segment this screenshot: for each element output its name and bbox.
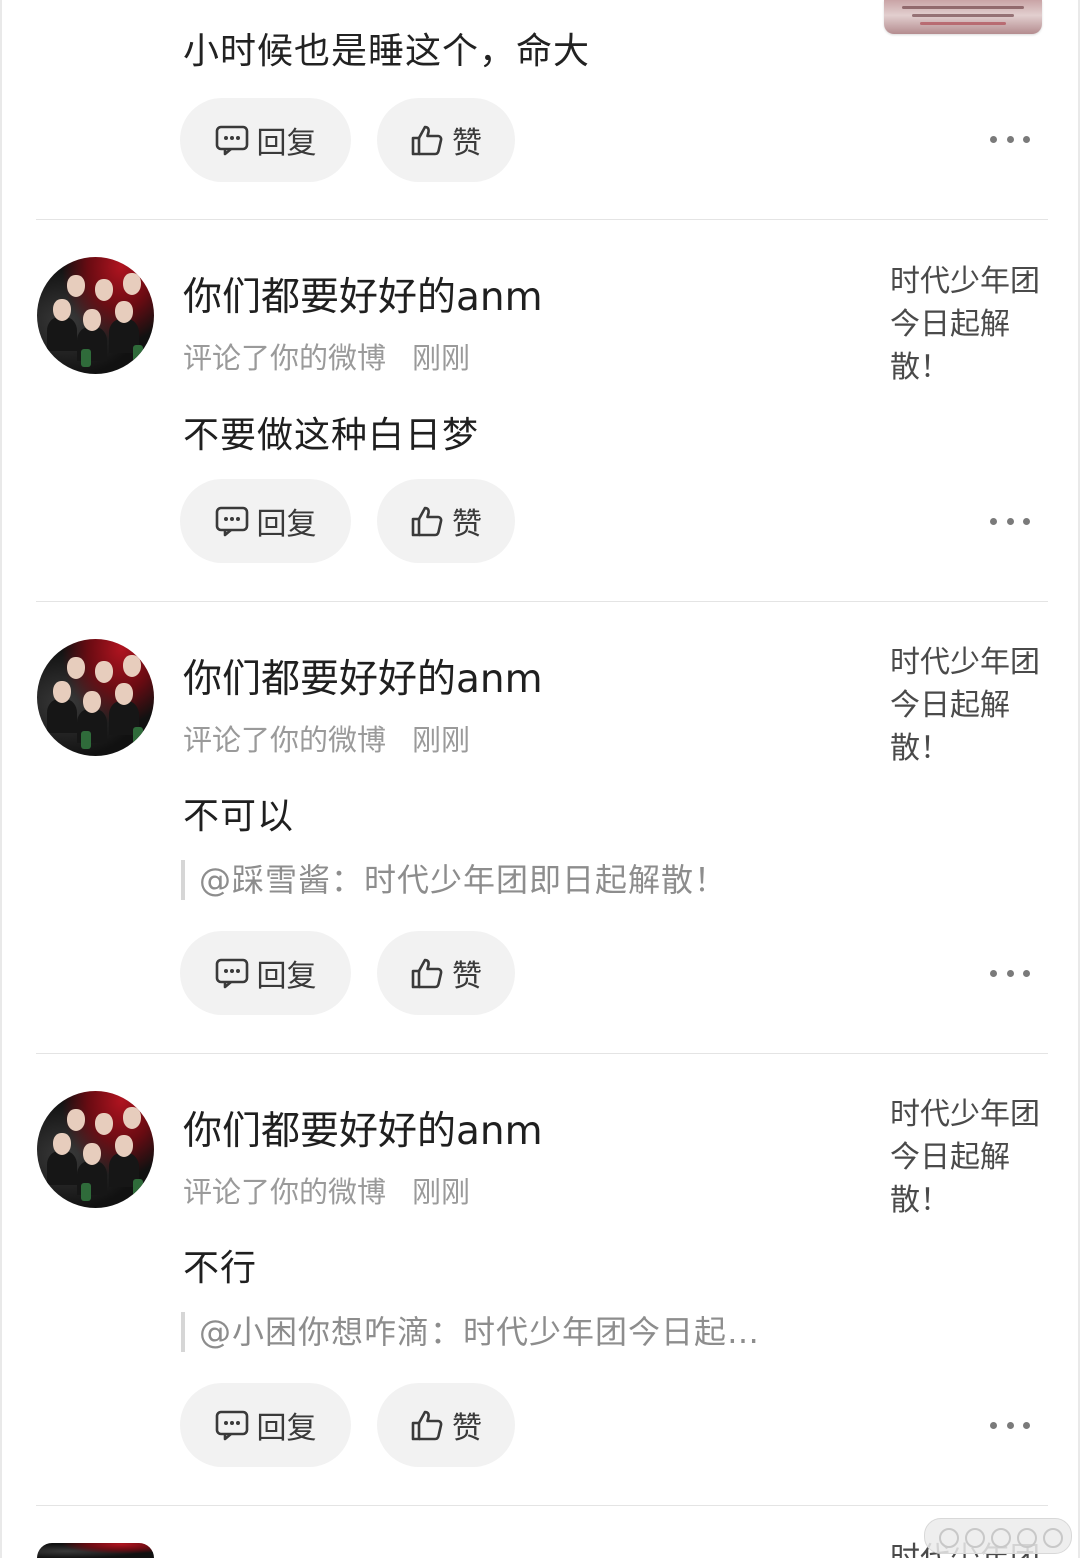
post-title[interactable]: 时代少年团今日起解散！ [890, 260, 1050, 389]
like-button[interactable]: 赞 [377, 931, 515, 1015]
more-dots-icon[interactable] [990, 511, 1030, 531]
comment-bubble-icon [215, 958, 248, 989]
comment-bubble-icon [215, 125, 248, 156]
reply-label: 回复 [256, 1411, 317, 1446]
meta-time: 刚刚 [412, 341, 471, 375]
comment-text: 不要做这种白日梦 [183, 415, 480, 456]
avatar[interactable] [37, 257, 154, 374]
comment-text: 不可以 [183, 796, 295, 837]
like-button[interactable]: 赞 [377, 479, 515, 563]
reply-button[interactable]: 回复 [180, 931, 351, 1015]
reply-button[interactable]: 回复 [180, 1383, 351, 1467]
more-dots-icon[interactable] [990, 1415, 1030, 1435]
meta-action: 评论了你的微博 [183, 341, 387, 375]
comment-bubble-icon [215, 506, 248, 537]
thumbs-up-icon [411, 125, 443, 156]
divider [36, 1505, 1048, 1506]
meta-action: 评论了你的微博 [183, 723, 387, 757]
like-label: 赞 [452, 959, 482, 994]
username[interactable]: 你们都要好好的anm [183, 266, 543, 322]
quoted-comment[interactable]: @踩雪酱：时代少年团即日起解散！ [181, 860, 727, 900]
meta-time: 刚刚 [412, 723, 471, 757]
meta-time: 刚刚 [412, 1175, 471, 1209]
reply-label: 回复 [256, 507, 317, 542]
like-button[interactable]: 赞 [377, 98, 515, 182]
more-dots-icon[interactable] [990, 129, 1030, 149]
comment-bubble-icon [215, 1410, 248, 1441]
post-thumbnail[interactable] [884, 0, 1042, 34]
quoted-comment[interactable]: @小困你想咋滴：时代少年团今日起… [181, 1312, 760, 1352]
like-label: 赞 [452, 1411, 482, 1446]
comment-meta: 评论了你的微博 刚刚 [183, 717, 470, 759]
avatar[interactable] [37, 639, 154, 756]
like-button[interactable]: 赞 [377, 1383, 515, 1467]
left-edge [0, 0, 2, 1558]
username[interactable]: 你们都要好好的anm [183, 648, 543, 704]
reply-button[interactable]: 回复 [180, 98, 351, 182]
comment-meta: 评论了你的微博 刚刚 [183, 1169, 470, 1211]
comment-text: 不行 [183, 1248, 258, 1289]
reply-button[interactable]: 回复 [180, 479, 351, 563]
divider [36, 219, 1048, 220]
thumbs-up-icon [411, 958, 443, 989]
like-label: 赞 [452, 126, 482, 161]
like-label: 赞 [452, 507, 482, 542]
post-title[interactable]: 时代少年团今日起解散！ [890, 641, 1050, 770]
meta-action: 评论了你的微博 [183, 1175, 387, 1209]
username[interactable]: 你们都要好好的anm [183, 1100, 543, 1156]
reply-label: 回复 [256, 126, 317, 161]
reply-label: 回复 [256, 959, 317, 994]
comment-meta: 评论了你的微博 刚刚 [183, 335, 470, 377]
divider [36, 1053, 1048, 1054]
top-comment-text: 小时候也是睡这个，命大 [183, 31, 591, 72]
watermark-badge [924, 1518, 1072, 1554]
thumbs-up-icon [411, 1410, 443, 1441]
more-dots-icon[interactable] [990, 963, 1030, 983]
avatar[interactable] [37, 1091, 154, 1208]
thumbs-up-icon [411, 506, 443, 537]
avatar[interactable] [37, 1543, 154, 1558]
divider [36, 601, 1048, 602]
post-title[interactable]: 时代少年团今日起解散！ [890, 1093, 1050, 1222]
